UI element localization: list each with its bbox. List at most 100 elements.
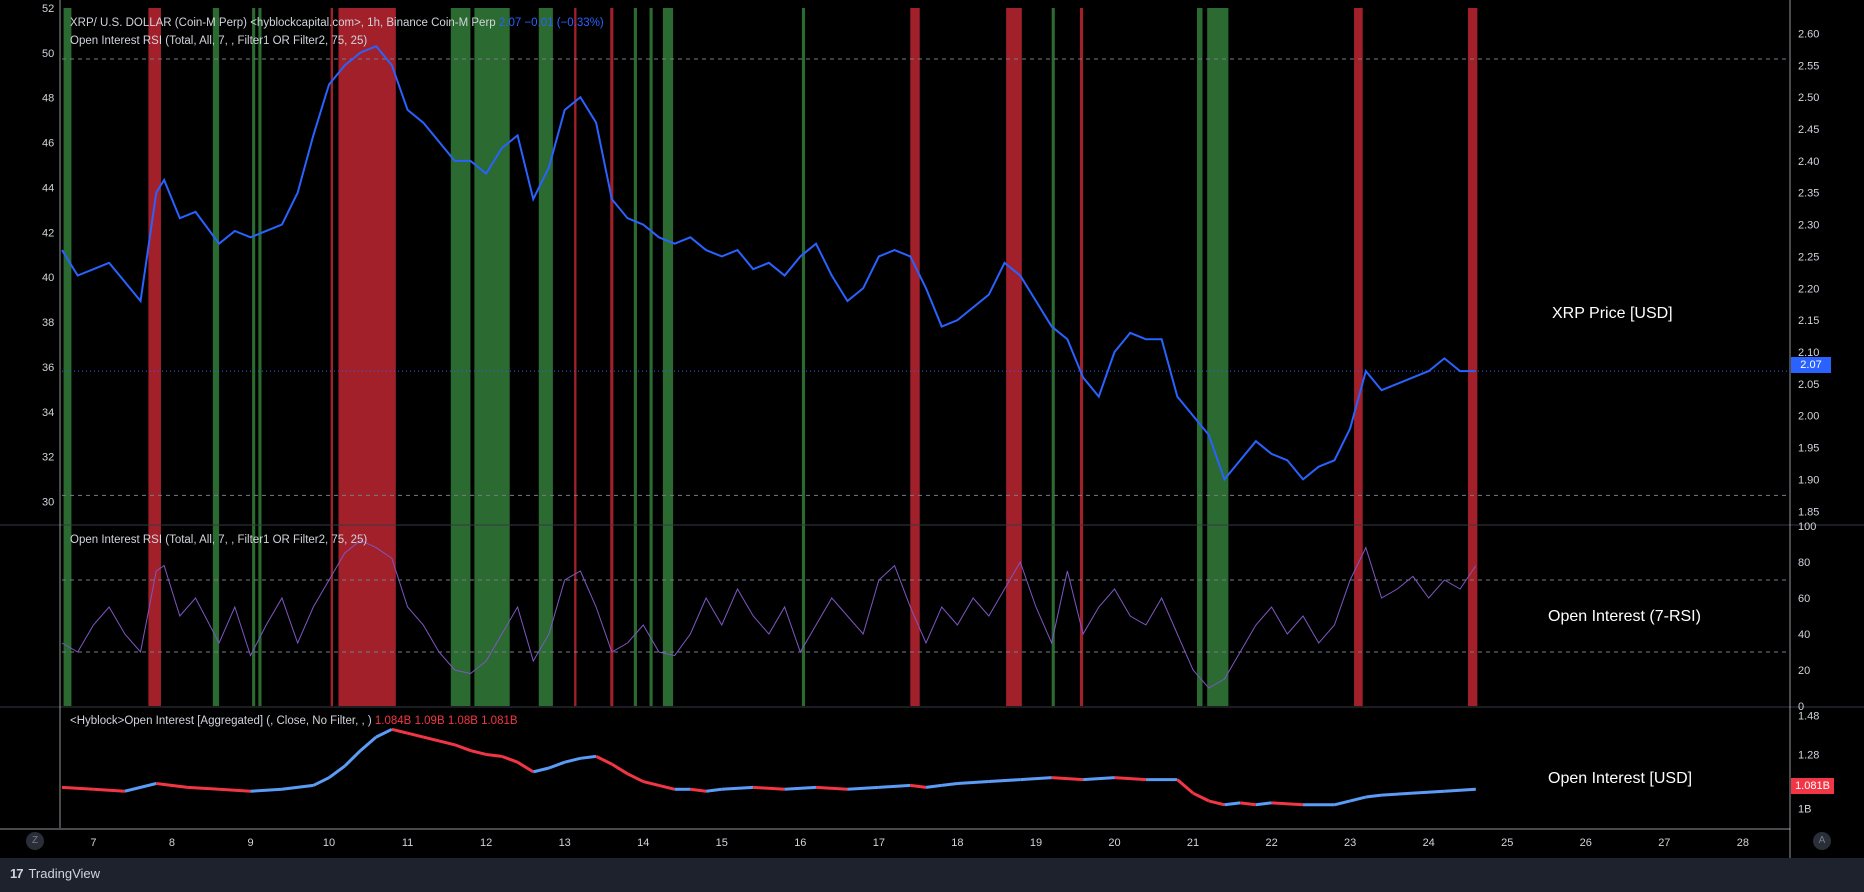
oi-segment-9 xyxy=(328,764,346,779)
rsi-overlay-legend[interactable]: Open Interest RSI (Total, All, 7, , Filt… xyxy=(70,35,367,47)
oi-segment-19 xyxy=(485,752,503,758)
red-signal-band-3 xyxy=(574,8,577,706)
price-right-tick-0: 1.85 xyxy=(1798,506,1819,518)
auto-scale-right-button[interactable]: A xyxy=(1813,832,1831,850)
price-left-tick-2: 34 xyxy=(42,407,54,419)
oi-segment-56 xyxy=(1271,801,1304,807)
green-signal-band-9 xyxy=(662,8,674,706)
oi-segment-26 xyxy=(595,755,613,766)
oi-segment-62 xyxy=(1412,789,1445,795)
oi-legend-value-4: 1.081B xyxy=(481,715,518,727)
red-signal-band-4 xyxy=(610,8,614,706)
oi-segment-6 xyxy=(250,787,283,793)
red-signal-band-5 xyxy=(910,8,920,706)
price-right-tick-13: 2.50 xyxy=(1798,92,1819,104)
price-right-tick-12: 2.45 xyxy=(1798,124,1819,136)
green-signal-band-2 xyxy=(252,8,256,706)
price-right-tick-10: 2.35 xyxy=(1798,188,1819,200)
rsi-right-tick-2: 40 xyxy=(1798,629,1810,641)
oi-segment-63 xyxy=(1444,787,1476,793)
last-oi-tag: 1.081B xyxy=(1791,778,1834,794)
oi-segment-42 xyxy=(941,781,958,787)
green-signal-band-6 xyxy=(538,8,553,706)
oi-segment-27 xyxy=(611,762,629,776)
oi-segment-18 xyxy=(470,749,487,756)
oi-segment-37 xyxy=(815,785,848,791)
price-right-tick-7: 2.20 xyxy=(1798,283,1819,295)
time-tick-25: 25 xyxy=(1501,837,1513,849)
green-signal-band-12 xyxy=(1196,8,1203,706)
rsi-line xyxy=(61,539,1477,689)
oi-segment-48 xyxy=(1114,776,1147,782)
time-tick-24: 24 xyxy=(1423,837,1435,849)
oi-segment-47 xyxy=(1082,776,1115,782)
series-layer xyxy=(61,45,1477,807)
price-right-tick-11: 2.40 xyxy=(1798,156,1819,168)
price-right-tick-14: 2.55 xyxy=(1798,60,1819,72)
oi-segment-11 xyxy=(359,735,378,752)
oi-segment-15 xyxy=(422,735,440,743)
green-signal-band-7 xyxy=(633,8,637,706)
price-right-tick-1: 1.90 xyxy=(1798,474,1819,486)
oi-segment-0 xyxy=(61,785,94,791)
oi-segment-2 xyxy=(124,782,157,793)
rsi-right-tick-5: 100 xyxy=(1798,521,1816,533)
red-signal-band-2 xyxy=(338,8,396,706)
tradingview-brand[interactable]: 17 TradingView xyxy=(10,866,100,881)
oi-segment-60 xyxy=(1365,793,1382,799)
oi-segment-30 xyxy=(658,783,676,791)
oi-segment-17 xyxy=(454,743,471,752)
price-left-tick-5: 40 xyxy=(42,272,54,284)
oi-legend-value-3: 1.08B xyxy=(447,715,478,727)
oi-segment-7 xyxy=(281,783,314,791)
oi-segment-55 xyxy=(1255,801,1272,807)
oi-segment-58 xyxy=(1334,799,1351,807)
price-left-tick-9: 48 xyxy=(42,93,54,105)
oi-segment-59 xyxy=(1349,795,1367,803)
main-legend[interactable]: XRP/ U.S. DOLLAR (Coin-M Perp) <hyblockc… xyxy=(70,17,604,29)
oi-segment-28 xyxy=(626,772,644,783)
green-signal-band-1 xyxy=(212,8,220,706)
oi-segment-29 xyxy=(642,780,660,787)
price-left-tick-7: 44 xyxy=(42,182,54,194)
oi-segment-12 xyxy=(375,727,393,739)
main-legend-change: −0.01 (−0.33%) xyxy=(524,17,604,29)
time-tick-10: 10 xyxy=(323,837,335,849)
price-left-tick-10: 50 xyxy=(42,48,54,60)
rsi-right-tick-4: 80 xyxy=(1798,557,1810,569)
time-tick-27: 27 xyxy=(1658,837,1670,849)
time-tick-20: 20 xyxy=(1108,837,1120,849)
red-signal-band-6 xyxy=(1006,8,1022,706)
time-tick-11: 11 xyxy=(402,837,413,849)
oi-segment-38 xyxy=(847,785,879,791)
oi-segment-39 xyxy=(878,783,911,789)
oi-segment-3 xyxy=(156,781,188,789)
time-tick-23: 23 xyxy=(1344,837,1356,849)
oi-segment-61 xyxy=(1381,791,1414,797)
oi-segment-36 xyxy=(784,785,817,791)
price-right-tick-9: 2.30 xyxy=(1798,220,1819,232)
chart-canvas[interactable]: 1.851.901.952.002.052.102.152.202.252.30… xyxy=(0,0,1864,892)
time-tick-12: 12 xyxy=(480,837,492,849)
oi-segment-25 xyxy=(580,754,597,760)
oi-segment-10 xyxy=(343,749,362,768)
rsi-pane-legend[interactable]: Open Interest RSI (Total, All, 7, , Filt… xyxy=(70,534,367,546)
auto-scale-left-button[interactable]: Z xyxy=(26,832,44,850)
oi-segment-33 xyxy=(705,787,722,793)
rsi-right-tick-1: 20 xyxy=(1798,665,1810,677)
rsi-pane-label: Open Interest (7-RSI) xyxy=(1548,608,1701,625)
green-signal-band-13 xyxy=(1207,8,1229,706)
price-right-tick-4: 2.05 xyxy=(1798,379,1819,391)
price-pane-label: XRP Price [USD] xyxy=(1552,305,1673,322)
oi-segment-40 xyxy=(910,783,927,789)
red-signal-band-9 xyxy=(1467,8,1478,706)
oi-segment-51 xyxy=(1192,791,1210,803)
oi-legend-value-2: 1.09B xyxy=(414,715,445,727)
time-tick-13: 13 xyxy=(559,837,571,849)
price-line xyxy=(61,45,1476,482)
oi-segment-52 xyxy=(1208,799,1225,807)
oi-segment-21 xyxy=(516,760,535,774)
oi-pane-legend[interactable]: <Hyblock>Open Interest [Aggregated] (, C… xyxy=(70,715,518,727)
oi-pane-label: Open Interest [USD] xyxy=(1548,770,1693,787)
oi-segment-22 xyxy=(532,766,550,774)
